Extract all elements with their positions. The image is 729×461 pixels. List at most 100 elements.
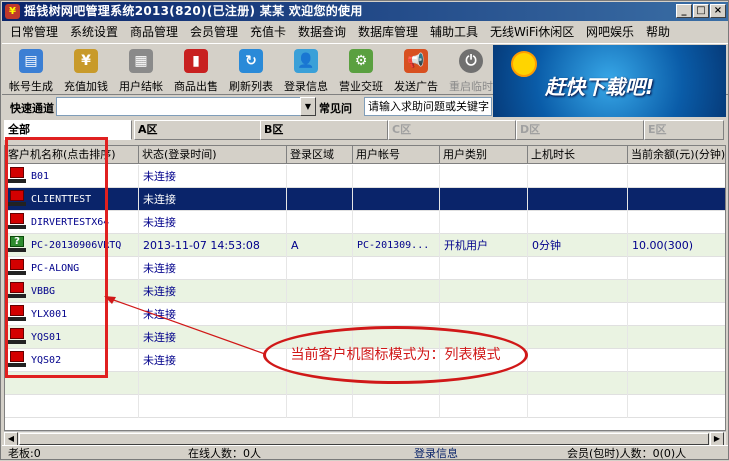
cell-balance: [628, 257, 725, 280]
empty-cell: [440, 395, 528, 418]
cola-can-icon: ▮: [184, 49, 208, 73]
ad-banner[interactable]: 赶快下载吧!: [493, 45, 726, 117]
recharge-icon: ¥: [74, 49, 98, 73]
tab-zone-d[interactable]: D区: [516, 120, 644, 140]
menu-daily[interactable]: 日常管理: [10, 22, 58, 42]
table-row[interactable]: DIRVERTESTX64 未连接: [5, 211, 725, 234]
login-info-button[interactable]: 👤 登录信息: [279, 46, 333, 94]
menu-goods[interactable]: 商品管理: [130, 22, 178, 42]
tab-zone-e[interactable]: E区: [644, 120, 724, 140]
minimize-button[interactable]: _: [676, 4, 692, 18]
maximize-button[interactable]: □: [693, 4, 709, 18]
smiley-icon: [511, 51, 537, 77]
shift-handover-button[interactable]: ⚙ 营业交班: [334, 46, 388, 94]
horizontal-scrollbar[interactable]: ◀ ▶: [4, 431, 726, 446]
client-table: 客户机名称(点击排序) 状态(登录时间) 登录区域 用户帐号 用户类别 上机时长…: [4, 145, 726, 431]
menu-settings[interactable]: 系统设置: [70, 22, 118, 42]
annotation-text: 当前客户机图标模式为：列表模式: [290, 347, 501, 363]
status-boss: 老板:0: [8, 447, 41, 460]
status-login-info[interactable]: 登录信息: [414, 446, 458, 461]
cell-zone: A: [287, 234, 353, 257]
checkout-icon: ▦: [129, 49, 153, 73]
faq-label: 常见问: [319, 102, 352, 115]
ad-text: 赶快下载吧!: [545, 75, 655, 99]
cell-zone: [287, 257, 353, 280]
send-ad-button[interactable]: 📢 发送广告: [389, 46, 443, 94]
megaphone-icon: 📢: [404, 49, 428, 73]
menu-database[interactable]: 数据库管理: [358, 22, 418, 42]
table-row[interactable]: PC-ALONG 未连接: [5, 257, 725, 280]
cell-duration: [528, 257, 628, 280]
cell-duration: [528, 188, 628, 211]
empty-cell: [628, 372, 725, 395]
table-row[interactable]: PC-20130906VRTQ 2013-11-07 14:53:08 A PC-20…: [5, 234, 725, 257]
cell-duration: 0分钟: [528, 234, 628, 257]
menu-help[interactable]: 帮助: [646, 22, 670, 42]
empty-cell: [353, 395, 440, 418]
recharge-button[interactable]: ¥ 充值加钱: [59, 46, 113, 94]
cell-balance: [628, 349, 725, 372]
menu-entertainment[interactable]: 网吧娱乐: [586, 22, 634, 42]
refresh-list-button[interactable]: ↻ 刷新列表: [224, 46, 278, 94]
cell-status: 未连接: [139, 280, 287, 303]
cell-type: [440, 257, 528, 280]
window-title: 摇钱树网吧管理系统2013(820)(已注册) 某某 欢迎您的使用: [24, 4, 363, 18]
sell-goods-button[interactable]: ▮ 商品出售: [169, 46, 223, 94]
tab-zone-c[interactable]: C区: [388, 120, 516, 140]
col-user-type[interactable]: 用户类别: [440, 146, 528, 164]
tab-zone-b[interactable]: B区: [260, 120, 388, 140]
title-bar[interactable]: ¥ 摇钱树网吧管理系统2013(820)(已注册) 某某 欢迎您的使用 _ □ …: [2, 2, 728, 21]
cell-status: 未连接: [139, 303, 287, 326]
col-duration[interactable]: 上机时长: [528, 146, 628, 164]
tab-zone-a[interactable]: A区: [134, 120, 262, 140]
cell-account: [353, 165, 440, 188]
table-row[interactable]: VBBG 未连接: [5, 280, 725, 303]
empty-cell: [287, 395, 353, 418]
table-header: 客户机名称(点击排序) 状态(登录时间) 登录区域 用户帐号 用户类别 上机时长…: [5, 146, 725, 164]
restart-temp-button[interactable]: ⏻ 重启临时: [444, 46, 498, 94]
status-online: 在线人数：0人: [188, 447, 261, 460]
menu-members[interactable]: 会员管理: [190, 22, 238, 42]
chevron-down-icon[interactable]: ▼: [300, 97, 316, 116]
table-row[interactable]: YLX001 未连接: [5, 303, 725, 326]
faq-search-input[interactable]: 请输入求助问题或关键字: [364, 97, 492, 116]
checkout-button[interactable]: ▦ 用户结帐: [114, 46, 168, 94]
cell-duration: [528, 280, 628, 303]
cell-account: PC-201309...: [353, 234, 440, 257]
col-status[interactable]: 状态(登录时间): [139, 146, 287, 164]
annotation-callout: 当前客户机图标模式为：列表模式: [263, 326, 528, 384]
col-balance[interactable]: 当前余额(元)(分钟): [628, 146, 725, 164]
cell-zone: [287, 303, 353, 326]
quick-bar: 快速通道 ▼ 常见问 请输入求助问题或关键字: [2, 96, 492, 118]
quick-channel-input[interactable]: [56, 97, 301, 116]
empty-cell: [528, 395, 628, 418]
quick-channel-label: 快速通道: [10, 102, 54, 115]
cell-balance: [628, 211, 725, 234]
cell-account: [353, 303, 440, 326]
cell-type: [440, 165, 528, 188]
shift-handover-icon: ⚙: [349, 49, 373, 73]
cell-duration: [528, 211, 628, 234]
zone-tabs: 全部 A区 B区 C区 D区 E区: [4, 120, 726, 140]
menu-tools[interactable]: 辅助工具: [430, 22, 478, 42]
menu-wifi[interactable]: 无线WiFi休闲区: [490, 22, 574, 42]
table-row[interactable]: CLIENTTEST 未连接: [5, 188, 725, 211]
col-account[interactable]: 用户帐号: [353, 146, 440, 164]
refresh-icon: ↻: [239, 49, 263, 73]
account-generate-button[interactable]: ▤ 帐号生成: [4, 46, 58, 94]
account-generate-icon: ▤: [19, 49, 43, 73]
scroll-left-icon[interactable]: ◀: [4, 432, 18, 446]
cell-type: [440, 211, 528, 234]
empty-cell: [139, 395, 287, 418]
cell-status: 未连接: [139, 257, 287, 280]
table-row[interactable]: B01 未连接: [5, 165, 725, 188]
scroll-right-icon[interactable]: ▶: [710, 432, 724, 446]
close-button[interactable]: ×: [710, 4, 726, 18]
menu-cards[interactable]: 充值卡: [250, 22, 286, 42]
scroll-thumb[interactable]: [19, 433, 709, 445]
status-bar: 老板:0 在线人数：0人 登录信息 会员(包时)人数：0(0)人: [2, 445, 728, 460]
cell-status: 未连接: [139, 165, 287, 188]
col-zone[interactable]: 登录区域: [287, 146, 353, 164]
menu-query[interactable]: 数据查询: [298, 22, 346, 42]
cell-type: 开机用户: [440, 234, 528, 257]
